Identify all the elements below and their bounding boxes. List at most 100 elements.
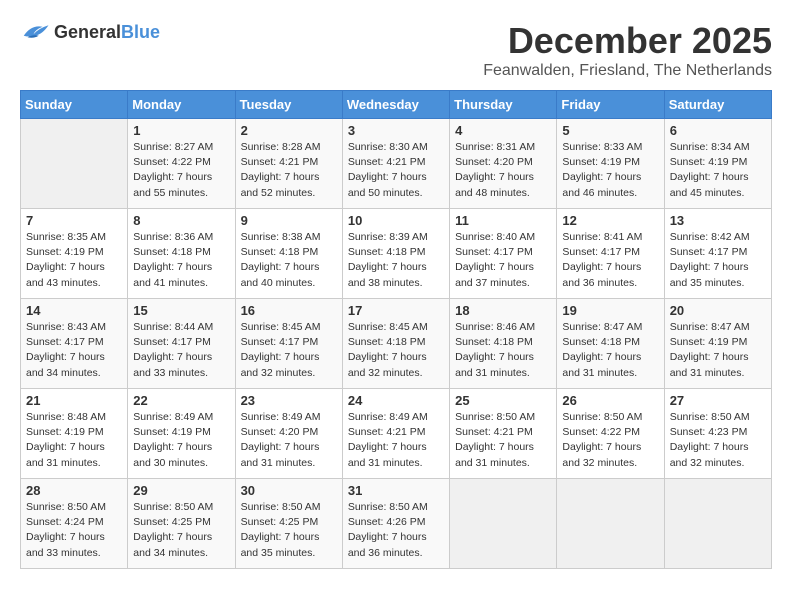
header: GeneralBlue December 2025 Feanwalden, Fr… (20, 20, 772, 80)
day-number: 14 (26, 303, 122, 318)
day-number: 26 (562, 393, 658, 408)
day-info: Sunrise: 8:45 AMSunset: 4:17 PMDaylight:… (241, 320, 337, 381)
day-info: Sunrise: 8:50 AMSunset: 4:24 PMDaylight:… (26, 500, 122, 561)
day-info: Sunrise: 8:28 AMSunset: 4:21 PMDaylight:… (241, 140, 337, 201)
day-number: 30 (241, 483, 337, 498)
header-day-friday: Friday (557, 91, 664, 119)
title-section: December 2025 Feanwalden, Friesland, The… (483, 20, 772, 80)
day-info: Sunrise: 8:50 AMSunset: 4:21 PMDaylight:… (455, 410, 551, 471)
day-number: 29 (133, 483, 229, 498)
calendar-cell: 18 Sunrise: 8:46 AMSunset: 4:18 PMDayligh… (450, 299, 557, 389)
calendar-cell: 26 Sunrise: 8:50 AMSunset: 4:22 PMDayligh… (557, 389, 664, 479)
header-day-thursday: Thursday (450, 91, 557, 119)
day-info: Sunrise: 8:47 AMSunset: 4:19 PMDaylight:… (670, 320, 766, 381)
day-number: 25 (455, 393, 551, 408)
calendar-cell (450, 479, 557, 569)
day-info: Sunrise: 8:49 AMSunset: 4:20 PMDaylight:… (241, 410, 337, 471)
day-info: Sunrise: 8:41 AMSunset: 4:17 PMDaylight:… (562, 230, 658, 291)
calendar-cell: 17 Sunrise: 8:45 AMSunset: 4:18 PMDayligh… (342, 299, 449, 389)
calendar-cell: 2Sunrise: 8:28 AMSunset: 4:21 PMDaylight… (235, 119, 342, 209)
header-day-saturday: Saturday (664, 91, 771, 119)
day-number: 23 (241, 393, 337, 408)
day-number: 4 (455, 123, 551, 138)
day-number: 18 (455, 303, 551, 318)
calendar-cell: 12 Sunrise: 8:41 AMSunset: 4:17 PMDayligh… (557, 209, 664, 299)
day-number: 28 (26, 483, 122, 498)
day-info: Sunrise: 8:50 AMSunset: 4:25 PMDaylight:… (241, 500, 337, 561)
day-number: 5 (562, 123, 658, 138)
day-info: Sunrise: 8:27 AMSunset: 4:22 PMDaylight:… (133, 140, 229, 201)
day-number: 3 (348, 123, 444, 138)
logo-blue: Blue (121, 22, 160, 42)
header-row: SundayMondayTuesdayWednesdayThursdayFrid… (21, 91, 772, 119)
day-info: Sunrise: 8:48 AMSunset: 4:19 PMDaylight:… (26, 410, 122, 471)
calendar-cell: 6 Sunrise: 8:34 AMSunset: 4:19 PMDaylight… (664, 119, 771, 209)
day-number: 9 (241, 213, 337, 228)
header-day-tuesday: Tuesday (235, 91, 342, 119)
day-number: 21 (26, 393, 122, 408)
week-row-3: 14 Sunrise: 8:43 AMSunset: 4:17 PMDayligh… (21, 299, 772, 389)
day-info: Sunrise: 8:35 AMSunset: 4:19 PMDaylight:… (26, 230, 122, 291)
day-info: Sunrise: 8:42 AMSunset: 4:17 PMDaylight:… (670, 230, 766, 291)
day-info: Sunrise: 8:45 AMSunset: 4:18 PMDaylight:… (348, 320, 444, 381)
day-number: 12 (562, 213, 658, 228)
calendar-cell: 7 Sunrise: 8:35 AMSunset: 4:19 PMDaylight… (21, 209, 128, 299)
day-number: 24 (348, 393, 444, 408)
header-day-monday: Monday (128, 91, 235, 119)
logo: GeneralBlue (20, 20, 160, 44)
logo-general: General (54, 22, 121, 42)
day-info: Sunrise: 8:50 AMSunset: 4:23 PMDaylight:… (670, 410, 766, 471)
day-number: 17 (348, 303, 444, 318)
calendar-cell (557, 479, 664, 569)
calendar-cell: 3 Sunrise: 8:30 AMSunset: 4:21 PMDaylight… (342, 119, 449, 209)
day-number: 11 (455, 213, 551, 228)
logo-text: GeneralBlue (54, 22, 160, 43)
day-number: 10 (348, 213, 444, 228)
day-info: Sunrise: 8:43 AMSunset: 4:17 PMDaylight:… (26, 320, 122, 381)
header-day-wednesday: Wednesday (342, 91, 449, 119)
day-number: 20 (670, 303, 766, 318)
calendar-cell: 5 Sunrise: 8:33 AMSunset: 4:19 PMDaylight… (557, 119, 664, 209)
calendar-cell: 14 Sunrise: 8:43 AMSunset: 4:17 PMDayligh… (21, 299, 128, 389)
day-number: 16 (241, 303, 337, 318)
calendar-cell: 1Sunrise: 8:27 AMSunset: 4:22 PMDaylight… (128, 119, 235, 209)
day-info: Sunrise: 8:50 AMSunset: 4:25 PMDaylight:… (133, 500, 229, 561)
calendar-cell: 4Sunrise: 8:31 AMSunset: 4:20 PMDaylight… (450, 119, 557, 209)
day-info: Sunrise: 8:50 AMSunset: 4:26 PMDaylight:… (348, 500, 444, 561)
calendar-cell: 27Sunrise: 8:50 AMSunset: 4:23 PMDayligh… (664, 389, 771, 479)
calendar-cell: 16 Sunrise: 8:45 AMSunset: 4:17 PMDayligh… (235, 299, 342, 389)
week-row-2: 7 Sunrise: 8:35 AMSunset: 4:19 PMDaylight… (21, 209, 772, 299)
day-number: 13 (670, 213, 766, 228)
day-info: Sunrise: 8:40 AMSunset: 4:17 PMDaylight:… (455, 230, 551, 291)
day-info: Sunrise: 8:34 AMSunset: 4:19 PMDaylight:… (670, 140, 766, 201)
day-info: Sunrise: 8:30 AMSunset: 4:21 PMDaylight:… (348, 140, 444, 201)
day-number: 22 (133, 393, 229, 408)
calendar-cell: 23 Sunrise: 8:49 AMSunset: 4:20 PMDayligh… (235, 389, 342, 479)
week-row-5: 28 Sunrise: 8:50 AMSunset: 4:24 PMDayligh… (21, 479, 772, 569)
day-info: Sunrise: 8:49 AMSunset: 4:19 PMDaylight:… (133, 410, 229, 471)
logo-icon (20, 20, 50, 44)
day-number: 7 (26, 213, 122, 228)
calendar-cell: 8Sunrise: 8:36 AMSunset: 4:18 PMDaylight… (128, 209, 235, 299)
day-number: 15 (133, 303, 229, 318)
calendar-cell: 29 Sunrise: 8:50 AMSunset: 4:25 PMDayligh… (128, 479, 235, 569)
day-info: Sunrise: 8:47 AMSunset: 4:18 PMDaylight:… (562, 320, 658, 381)
calendar-cell: 25 Sunrise: 8:50 AMSunset: 4:21 PMDayligh… (450, 389, 557, 479)
calendar-cell: 9 Sunrise: 8:38 AMSunset: 4:18 PMDaylight… (235, 209, 342, 299)
calendar-cell: 15Sunrise: 8:44 AMSunset: 4:17 PMDayligh… (128, 299, 235, 389)
day-number: 6 (670, 123, 766, 138)
day-number: 8 (133, 213, 229, 228)
day-info: Sunrise: 8:50 AMSunset: 4:22 PMDaylight:… (562, 410, 658, 471)
day-info: Sunrise: 8:46 AMSunset: 4:18 PMDaylight:… (455, 320, 551, 381)
calendar-table: SundayMondayTuesdayWednesdayThursdayFrid… (20, 90, 772, 569)
day-info: Sunrise: 8:39 AMSunset: 4:18 PMDaylight:… (348, 230, 444, 291)
day-info: Sunrise: 8:33 AMSunset: 4:19 PMDaylight:… (562, 140, 658, 201)
calendar-cell: 13 Sunrise: 8:42 AMSunset: 4:17 PMDayligh… (664, 209, 771, 299)
calendar-cell: 21 Sunrise: 8:48 AMSunset: 4:19 PMDayligh… (21, 389, 128, 479)
day-number: 31 (348, 483, 444, 498)
location-title: Feanwalden, Friesland, The Netherlands (483, 62, 772, 80)
day-info: Sunrise: 8:38 AMSunset: 4:18 PMDaylight:… (241, 230, 337, 291)
calendar-cell: 19Sunrise: 8:47 AMSunset: 4:18 PMDayligh… (557, 299, 664, 389)
calendar-cell: 30 Sunrise: 8:50 AMSunset: 4:25 PMDayligh… (235, 479, 342, 569)
header-day-sunday: Sunday (21, 91, 128, 119)
